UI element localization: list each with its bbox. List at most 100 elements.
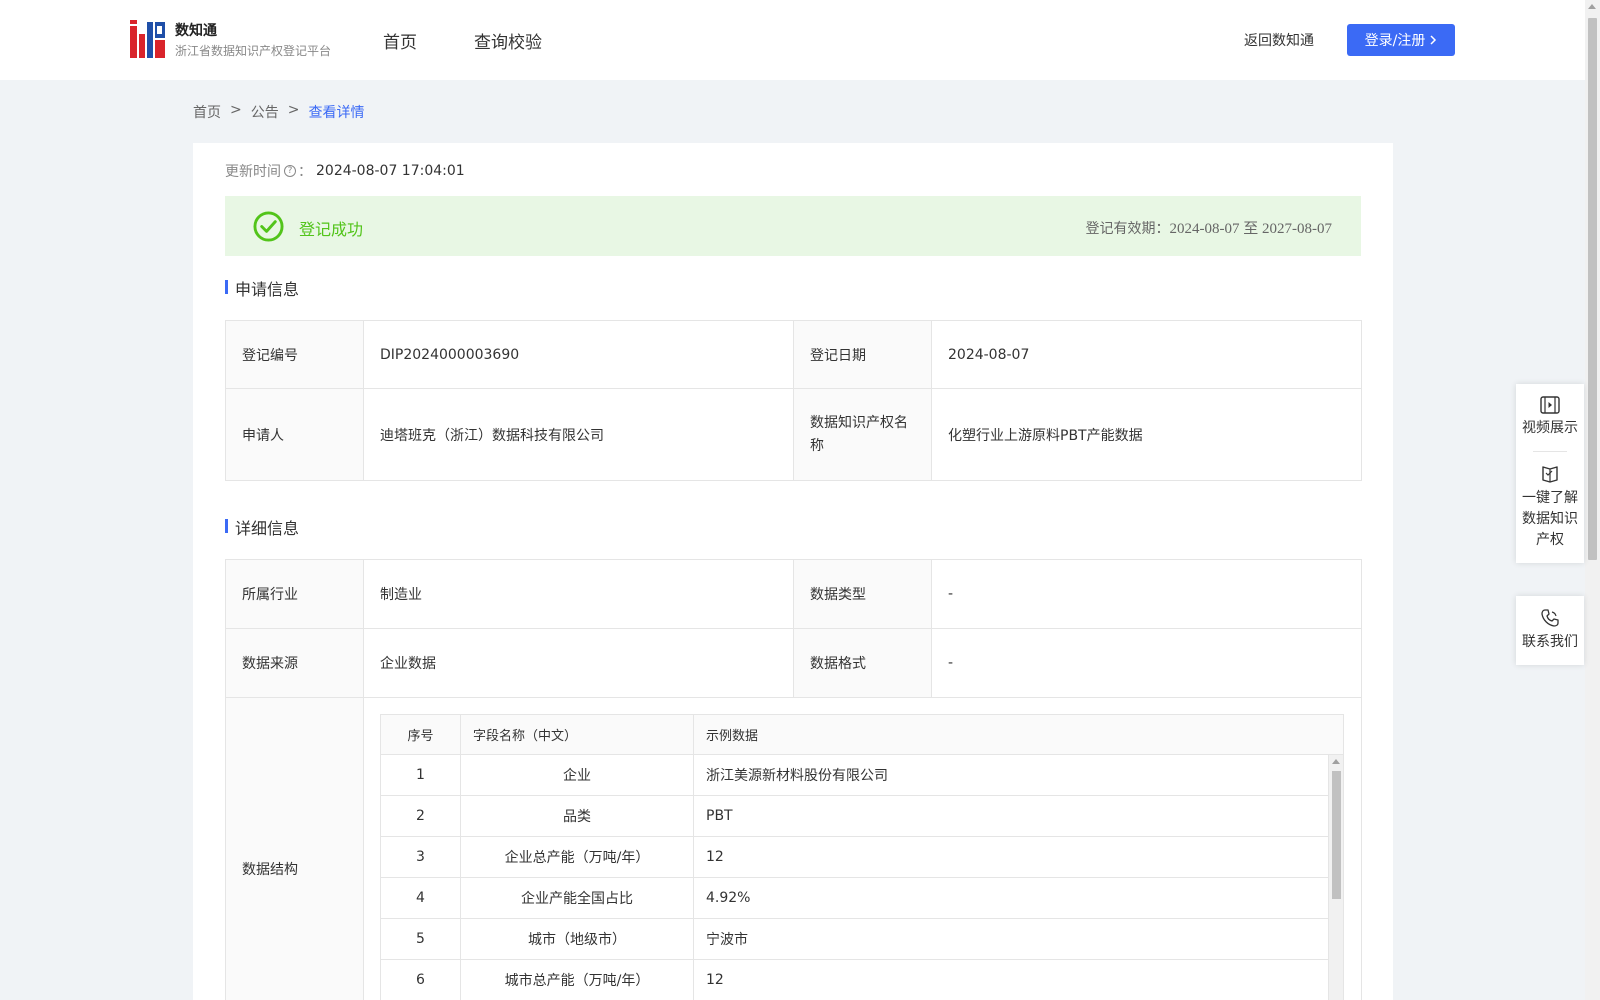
breadcrumb-separator: > bbox=[287, 102, 300, 118]
structure-row: 6 城市总产能（万吨/年） 12 bbox=[380, 960, 1329, 1000]
question-icon[interactable]: ? bbox=[284, 165, 296, 177]
status-banner: 登记成功 登记有效期：2024-08-07 至 2027-08-07 bbox=[225, 196, 1361, 256]
status-text: 登记成功 bbox=[299, 220, 364, 239]
breadcrumb-separator: > bbox=[230, 102, 242, 118]
column-header: 序号 bbox=[381, 715, 461, 754]
field-label: 数据类型 bbox=[793, 559, 932, 629]
structure-row: 4 企业产能全国占比 4.92% bbox=[380, 878, 1329, 919]
table-row: 所属行业 制造业 数据类型 - bbox=[225, 559, 1362, 629]
field-value: 化塑行业上游原料PBT产能数据 bbox=[931, 388, 1362, 481]
back-to-shuzhitong-link[interactable]: 返回数知通 bbox=[1244, 30, 1314, 50]
sample-data: 12 bbox=[694, 837, 1329, 877]
structure-row: 2 品类 PBT bbox=[380, 796, 1329, 837]
learn-ip-label: 一键了解数据知识产权 bbox=[1522, 490, 1578, 548]
structure-row: 3 企业总产能（万吨/年） 12 bbox=[380, 837, 1329, 878]
row-number: 6 bbox=[381, 960, 461, 1000]
field-value: - bbox=[931, 559, 1362, 629]
validity-period: 登记有效期：2024-08-07 至 2027-08-07 bbox=[1086, 217, 1332, 238]
structure-header-row: 序号 字段名称（中文） 示例数据 bbox=[380, 714, 1344, 755]
page-scrollbar-thumb[interactable] bbox=[1588, 18, 1597, 560]
field-value: - bbox=[931, 628, 1362, 698]
chevron-right-icon bbox=[1430, 35, 1437, 45]
table-row: 数据结构 序号 字段名称（中文） 示例数据 1 企业 浙江美源新材料股份有限公司 bbox=[225, 697, 1362, 1000]
field-label: 登记编号 bbox=[225, 320, 364, 389]
field-value: 迪塔班克（浙江）数据科技有限公司 bbox=[363, 388, 794, 481]
sample-data: 4.92% bbox=[694, 878, 1329, 918]
row-number: 1 bbox=[381, 755, 461, 795]
field-label: 数据结构 bbox=[225, 697, 364, 1000]
video-showcase-label: 视频展示 bbox=[1522, 420, 1578, 436]
field-name: 企业总产能（万吨/年） bbox=[461, 837, 694, 877]
phone-icon bbox=[1541, 609, 1559, 627]
column-header: 字段名称（中文） bbox=[461, 715, 694, 754]
field-value: DIP2024000003690 bbox=[363, 320, 794, 389]
breadcrumb-current: 查看详情 bbox=[308, 105, 365, 121]
contact-panel: 联系我们 bbox=[1516, 596, 1584, 665]
detail-card: 更新时间 ? ： 2024-08-07 17:04:01 登记成功 登记有效期：… bbox=[193, 143, 1393, 1000]
structure-row: 5 城市（地级市） 宁波市 bbox=[380, 919, 1329, 960]
nav-query-verify[interactable]: 查询校验 bbox=[474, 28, 542, 53]
top-header: 数知通 浙江省数据知识产权登记平台 首页 查询校验 返回数知通 登录/注册 bbox=[0, 0, 1585, 80]
section-title-application: 申请信息 bbox=[225, 276, 299, 300]
breadcrumb: 首页 > 公告 > 查看详情 bbox=[193, 102, 364, 122]
breadcrumb-home[interactable]: 首页 bbox=[193, 102, 221, 122]
field-value: 制造业 bbox=[363, 559, 794, 629]
update-time-value: 2024-08-07 17:04:01 bbox=[316, 163, 465, 179]
field-value: 2024-08-07 bbox=[931, 320, 1362, 389]
login-register-button[interactable]: 登录/注册 bbox=[1347, 24, 1455, 56]
check-circle-icon bbox=[253, 211, 284, 242]
contact-us-label: 联系我们 bbox=[1522, 634, 1578, 650]
field-label: 申请人 bbox=[225, 388, 364, 481]
field-label: 数据来源 bbox=[225, 628, 364, 698]
row-number: 5 bbox=[381, 919, 461, 959]
validity-value: 2024-08-07 至 2027-08-07 bbox=[1169, 221, 1332, 237]
structure-row: 1 企业 浙江美源新材料股份有限公司 bbox=[380, 755, 1329, 796]
structure-scrollbar[interactable] bbox=[1329, 755, 1344, 1000]
scroll-up-arrow-icon[interactable] bbox=[1332, 759, 1340, 764]
login-register-label: 登录/注册 bbox=[1364, 33, 1426, 49]
sample-data: PBT bbox=[694, 796, 1329, 836]
table-row: 数据来源 企业数据 数据格式 - bbox=[225, 628, 1362, 698]
field-name: 企业产能全国占比 bbox=[461, 878, 694, 918]
contact-us-button[interactable]: 联系我们 bbox=[1516, 596, 1584, 665]
field-label: 数据知识产权名称 bbox=[793, 388, 932, 481]
row-number: 4 bbox=[381, 878, 461, 918]
page-scrollbar[interactable] bbox=[1585, 0, 1600, 1000]
field-label: 登记日期 bbox=[793, 320, 932, 389]
row-number: 3 bbox=[381, 837, 461, 877]
field-name: 城市总产能（万吨/年） bbox=[461, 960, 694, 1000]
field-name: 城市（地级市） bbox=[461, 919, 694, 959]
book-icon bbox=[1542, 466, 1558, 483]
section-title-details: 详细信息 bbox=[225, 515, 299, 539]
update-time-row: 更新时间 ? ： 2024-08-07 17:04:01 bbox=[225, 161, 465, 181]
colon: ： bbox=[298, 164, 312, 180]
table-row: 登记编号 DIP2024000003690 登记日期 2024-08-07 bbox=[225, 320, 1362, 389]
sample-data: 宁波市 bbox=[694, 919, 1329, 959]
sample-data: 12 bbox=[694, 960, 1329, 1000]
breadcrumb-notice[interactable]: 公告 bbox=[251, 102, 279, 122]
sample-data: 浙江美源新材料股份有限公司 bbox=[694, 755, 1329, 795]
table-row: 申请人 迪塔班克（浙江）数据科技有限公司 数据知识产权名称 化塑行业上游原料PB… bbox=[225, 388, 1362, 481]
validity-label: 登记有效期： bbox=[1085, 221, 1170, 237]
details-info-table: 所属行业 制造业 数据类型 - 数据来源 企业数据 数据格式 - 数据结构 序号… bbox=[225, 559, 1362, 1000]
video-icon bbox=[1540, 396, 1560, 414]
scroll-up-arrow-icon[interactable] bbox=[1588, 4, 1596, 9]
field-name: 企业 bbox=[461, 755, 694, 795]
brand-name: 数知通 bbox=[175, 23, 217, 39]
data-structure-cell: 序号 字段名称（中文） 示例数据 1 企业 浙江美源新材料股份有限公司 2 品类 bbox=[363, 697, 1362, 1000]
field-label: 所属行业 bbox=[225, 559, 364, 629]
data-structure-table: 序号 字段名称（中文） 示例数据 1 企业 浙江美源新材料股份有限公司 2 品类 bbox=[380, 714, 1344, 1000]
brand-subtitle: 浙江省数据知识产权登记平台 bbox=[175, 44, 332, 58]
application-info-table: 登记编号 DIP2024000003690 登记日期 2024-08-07 申请… bbox=[225, 320, 1362, 481]
update-time-label: 更新时间 bbox=[225, 164, 281, 180]
learn-ip-button[interactable]: 一键了解数据知识产权 bbox=[1516, 452, 1584, 563]
row-number: 2 bbox=[381, 796, 461, 836]
structure-body[interactable]: 1 企业 浙江美源新材料股份有限公司 2 品类 PBT 3 企业总产能（万吨/年… bbox=[380, 755, 1329, 1000]
structure-scrollbar-thumb[interactable] bbox=[1332, 771, 1341, 899]
nav-home[interactable]: 首页 bbox=[383, 28, 417, 53]
field-label: 数据格式 bbox=[793, 628, 932, 698]
logo-icon[interactable] bbox=[130, 20, 166, 58]
column-header: 示例数据 bbox=[706, 729, 759, 744]
video-showcase-button[interactable]: 视频展示 bbox=[1516, 384, 1584, 451]
field-value: 企业数据 bbox=[363, 628, 794, 698]
